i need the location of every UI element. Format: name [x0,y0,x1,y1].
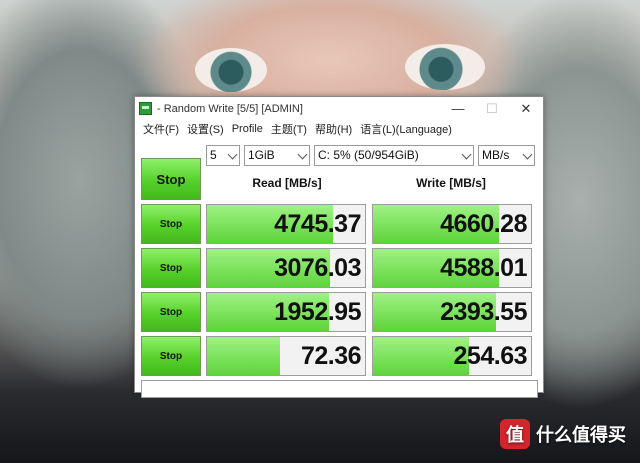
crystaldiskmark-window: - Random Write [5/5] [ADMIN] — ☐ ✕ 文件(F)… [134,96,544,398]
unit-select[interactable]: MB/s [478,144,535,166]
read-result-1: 4745.37 [206,204,366,244]
test-size-select[interactable]: 1GiB [244,144,310,166]
stop-test-3-button[interactable]: Stop [141,292,201,332]
write-result-1: 4660.28 [372,204,532,244]
stop-test-2-button[interactable]: Stop [141,248,201,288]
watermark-text: 什么值得买 [536,425,626,445]
read-result-3: 1952.95 [206,292,366,332]
result-row-3: Stop 1952.95 2393.55 [141,292,538,332]
read-value-1: 4745.37 [274,209,361,238]
write-value-2: 4588.01 [440,253,527,282]
result-row-4: Stop 72.36 254.63 [141,336,538,376]
read-bar-4 [207,337,280,375]
stop-all-button[interactable]: Stop [141,158,201,200]
result-row-1: Stop 4745.37 4660.28 [141,204,538,244]
unit-value: MB/s [482,148,510,162]
main-panel: Stop 5 1GiB C: 5% (50/954GiB) MB/s Read … [135,138,543,398]
result-row-2: Stop 3076.03 4588.01 [141,248,538,288]
stop-test-4-button[interactable]: Stop [141,336,201,376]
read-value-2: 3076.03 [274,253,361,282]
drive-select[interactable]: C: 5% (50/954GiB) [314,144,474,166]
menu-theme[interactable]: 主题(T) [267,121,311,137]
read-result-2: 3076.03 [206,248,366,288]
settings-row: 5 1GiB C: 5% (50/954GiB) MB/s [206,142,538,168]
write-result-3: 2393.55 [372,292,532,332]
right-eye-decoration [405,44,485,90]
read-result-4: 72.36 [206,336,366,376]
minimize-button[interactable]: — [441,97,475,120]
menu-bar: 文件(F) 设置(S) Profile 主题(T) 帮助(H) 语言(L)(La… [135,120,543,138]
write-value-1: 4660.28 [440,209,527,238]
comment-field[interactable] [141,380,538,398]
menu-language[interactable]: 语言(L)(Language) [356,121,456,137]
read-value-3: 1952.95 [274,297,361,326]
window-title: - Random Write [5/5] [ADMIN] [157,102,303,115]
menu-profile[interactable]: Profile [228,123,267,135]
write-value-4: 254.63 [453,341,528,370]
read-header: Read [MB/s] [252,176,322,190]
chevron-down-icon [522,149,533,159]
left-eye-decoration [195,48,267,92]
test-count-value: 5 [210,148,217,162]
write-value-3: 2393.55 [440,297,527,326]
close-button[interactable]: ✕ [509,97,543,120]
stop-test-1-button[interactable]: Stop [141,204,201,244]
maximize-button[interactable]: ☐ [475,97,509,120]
app-icon [139,102,152,115]
test-count-select[interactable]: 5 [206,144,240,166]
write-result-2: 4588.01 [372,248,532,288]
menu-settings[interactable]: 设置(S) [183,121,228,137]
read-value-4: 72.36 [300,341,362,370]
write-result-4: 254.63 [372,336,532,376]
chevron-down-icon [227,149,238,159]
watermark-logo-icon: 值 [500,419,530,449]
chevron-down-icon [461,149,472,159]
drive-value: C: 5% (50/954GiB) [318,148,419,162]
column-headers: Read [MB/s] Write [MB/s] [206,170,538,190]
menu-help[interactable]: 帮助(H) [311,121,356,137]
title-bar[interactable]: - Random Write [5/5] [ADMIN] — ☐ ✕ [135,97,543,120]
test-size-value: 1GiB [248,148,275,162]
chevron-down-icon [297,149,308,159]
menu-file[interactable]: 文件(F) [139,121,183,137]
write-header: Write [MB/s] [416,176,486,190]
watermark: 值 什么值得买 [500,419,626,449]
